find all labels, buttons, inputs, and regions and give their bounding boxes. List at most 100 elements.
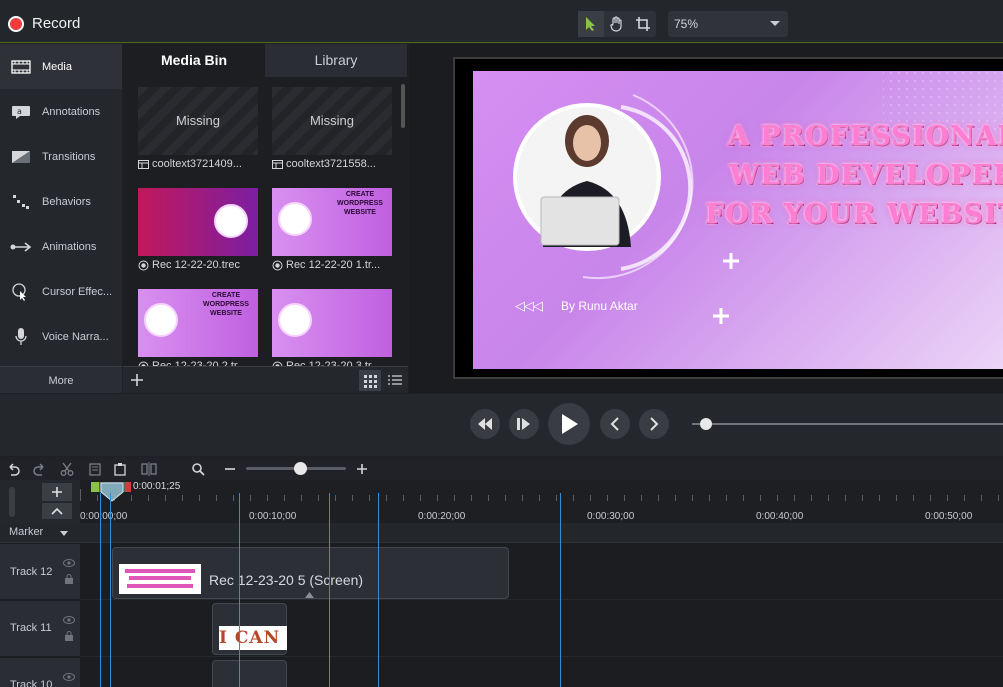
eye-icon[interactable] [63,616,75,624]
media-item-caption: Rec 12-22-20.trec [152,259,241,271]
tab-media-bin[interactable]: Media Bin [123,44,265,77]
lock-icon[interactable] [64,574,74,584]
recording-thumbnail: CREATE WORDPRESS WEBSITE [138,289,258,357]
list-view-icon [388,375,402,385]
tab-library[interactable]: Library [265,44,407,77]
track-lane[interactable]: I CAN [80,601,1003,657]
media-item[interactable]: Missing cooltext3721558... [272,87,394,178]
magnifier-icon [192,463,205,476]
ruler-tick [318,495,319,501]
sidebar-item-label: Media [42,60,72,73]
add-track-button[interactable] [42,483,72,501]
split-button[interactable] [140,460,158,478]
track-lane[interactable] [80,658,1003,687]
ruler-tick [522,495,523,501]
canvas-frame[interactable]: A PROFESSIONAL WEB DEVELOPER FOR YOUR WE… [453,57,1003,379]
grid-view-icon [364,375,377,388]
timeline-clip[interactable]: I CAN [212,603,287,655]
track-height-slider[interactable] [9,487,15,517]
scrubber-handle[interactable] [700,418,712,430]
undo-button[interactable] [4,460,22,478]
ruler-tick [760,495,761,501]
sidebar-item-annotations[interactable]: a Annotations [0,89,122,134]
record-button[interactable]: Record [8,15,80,32]
step-back-icon [478,418,492,430]
canvas-tool-group [578,11,656,37]
video-preview[interactable]: A PROFESSIONAL WEB DEVELOPER FOR YOUR WE… [473,71,1003,369]
pan-tool-button[interactable] [604,11,630,37]
slide-title: A PROFESSIONAL WEB DEVELOPER FOR YOUR WE… [705,117,1003,234]
media-item[interactable]: CREATE WORDPRESS WEBSITE Rec 12-22-20 1.… [272,188,394,279]
zoom-dropdown[interactable]: 75% [668,11,788,37]
playhead-icon[interactable] [100,482,124,502]
clip-thumbnail-art [119,564,201,594]
zoom-in-button[interactable] [353,460,371,478]
step-forward-button[interactable] [509,409,539,439]
select-tool-button[interactable] [578,11,604,37]
track-lane[interactable]: Rec 12-23-20 5 (Screen) [80,544,1003,600]
grid-view-button[interactable] [359,370,381,391]
transition-icon [10,148,32,166]
paste-button[interactable] [111,460,129,478]
ruler-tick [148,495,149,501]
clip-expand-icon[interactable] [305,592,314,598]
sidebar-item-behaviors[interactable]: Behaviors [0,179,122,224]
timeline-clip[interactable] [212,660,287,687]
step-back-button[interactable] [470,409,500,439]
sidebar-item-transitions[interactable]: Transitions [0,134,122,179]
selection-end-handle[interactable] [125,482,131,492]
ruler-tick [97,495,98,501]
sidebar-item-cursor-effects[interactable]: Cursor Effec... [0,269,122,314]
sidebar-item-media[interactable]: Media [0,44,122,89]
more-button[interactable]: More [0,366,122,393]
annotation-icon: a [10,103,32,121]
zoom-out-button[interactable] [221,460,239,478]
ruler-tick [692,495,693,501]
eye-icon[interactable] [63,673,75,681]
marker-dropdown-icon[interactable] [60,531,68,536]
collapse-tracks-button[interactable] [42,503,72,519]
sidebar-item-voice-narration[interactable]: Voice Narra... [0,314,122,359]
track-header[interactable]: Track 12 [0,544,80,600]
film-icon [10,58,32,76]
track-header[interactable]: Track 10 [0,658,80,687]
ruler-tick [607,495,608,501]
ruler-label: 0:00:20;00 [418,511,466,522]
step-forward-icon [517,418,530,430]
play-button[interactable] [548,403,590,445]
cut-button[interactable] [58,460,76,478]
ruler-tick [454,495,455,501]
add-media-button[interactable] [129,372,145,388]
svg-text:a: a [17,107,22,116]
zoom-to-fit-button[interactable] [189,460,207,478]
ruler-tick [998,495,999,501]
slide-title-line: A PROFESSIONAL [727,121,1003,152]
next-clip-button[interactable] [639,409,669,439]
redo-button[interactable] [31,460,49,478]
sidebar-item-animations[interactable]: Animations [0,224,122,269]
previous-clip-button[interactable] [600,409,630,439]
ruler-tick [284,495,285,501]
playback-scrubber[interactable] [692,423,1003,425]
timeline-ruler[interactable]: 0:00:00;00 0:00:10;00 0:00:20;00 0:00:30… [80,480,1003,523]
playhead-time: 0:00:01;25 [133,481,181,492]
timeline-toolbar [0,457,1003,480]
selection-start-handle[interactable] [91,482,99,492]
media-item[interactable]: Missing cooltext3721409... [138,87,260,178]
media-item[interactable]: Rec 12-22-20.trec [138,188,260,279]
copy-button[interactable] [86,460,104,478]
tools-sidebar: Media a Annotations Transitions Behavior… [0,44,122,393]
timeline-zoom-handle[interactable] [294,462,307,475]
media-item-caption-row: Rec 12-22-20 1.tr... [272,259,394,271]
crop-tool-button[interactable] [630,11,656,37]
ruler-tick [828,495,829,501]
list-view-button[interactable] [385,370,405,391]
clip-label: Rec 12-23-20 5 (Screen) [209,572,364,588]
lock-icon[interactable] [64,631,74,641]
timeline-clip[interactable]: Rec 12-23-20 5 (Screen) [112,547,509,599]
animation-arrow-icon [10,238,32,256]
track-name: Track 10 [10,679,53,687]
eye-icon[interactable] [63,559,75,567]
track-header[interactable]: Track 11 [0,601,80,657]
media-bin-scrollbar[interactable] [401,84,405,128]
